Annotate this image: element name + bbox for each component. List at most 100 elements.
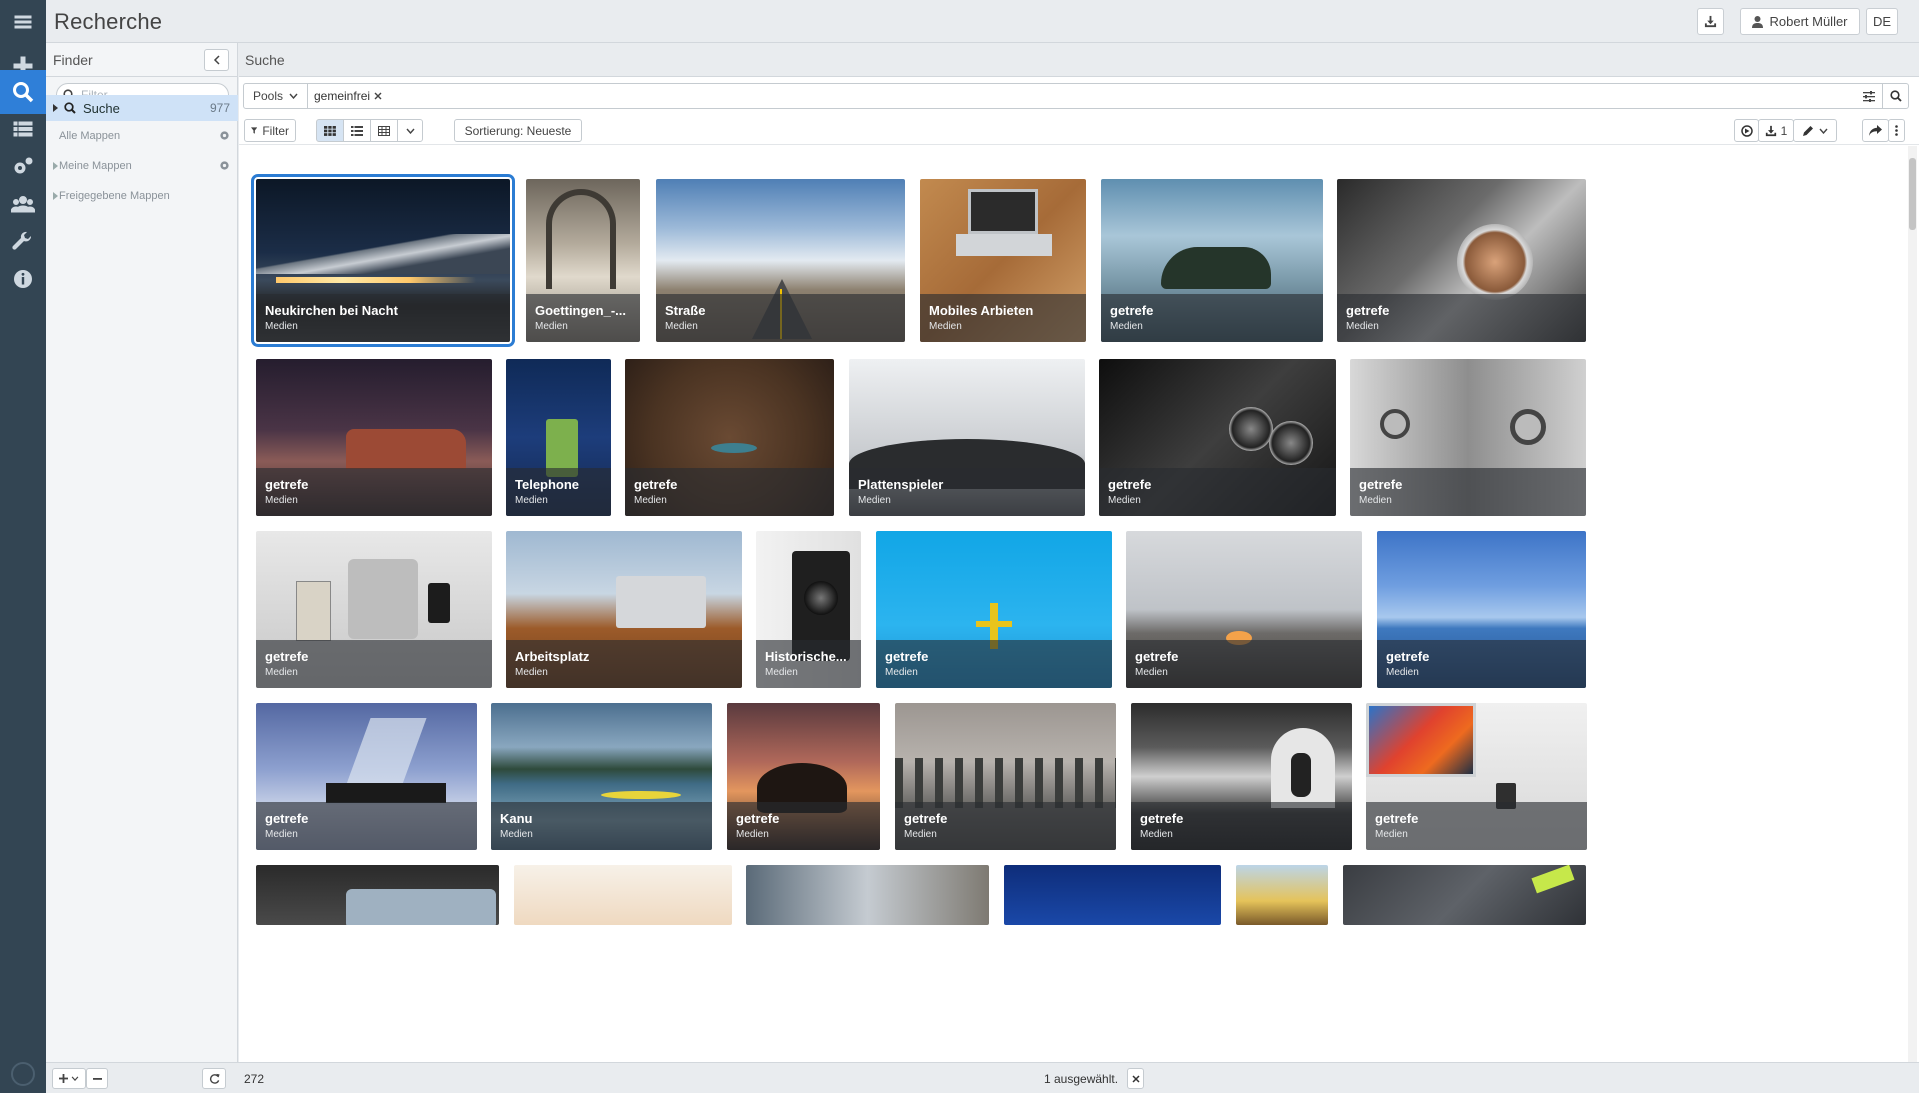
pools-dropdown[interactable]: Pools [244, 84, 308, 108]
media-tile[interactable] [256, 865, 499, 925]
media-tile[interactable]: getrefe Medien [1337, 179, 1586, 342]
tile-subtitle: Medien [1346, 321, 1379, 332]
finder-item-all-folders[interactable]: Alle Mappen [46, 123, 238, 149]
media-tile[interactable] [1004, 865, 1221, 925]
view-table-button[interactable] [370, 119, 398, 142]
tile-caption: Arbeitsplatz Medien [506, 640, 742, 688]
search-submit-button[interactable] [1882, 84, 1908, 108]
tile-title: getrefe [265, 649, 309, 664]
media-tile[interactable]: Arbeitsplatz Medien [506, 531, 742, 688]
grid-scrollbar[interactable] [1908, 146, 1917, 1062]
media-tile[interactable]: getrefe Medien [1131, 703, 1352, 850]
media-tile[interactable]: getrefe Medien [1377, 531, 1586, 688]
tile-subtitle: Medien [1375, 829, 1408, 840]
tile-title: Mobiles Arbieten [929, 303, 1034, 318]
menu-button[interactable] [0, 0, 46, 44]
finder-item-label: Suche [83, 100, 120, 116]
remove-folder-button[interactable] [86, 1068, 108, 1089]
download-count: 1 [1780, 123, 1788, 138]
search-panel-title: Suche [245, 52, 285, 68]
funnel-icon [251, 127, 258, 134]
collapse-finder-button[interactable] [204, 49, 229, 71]
media-tile[interactable]: getrefe Medien [625, 359, 834, 516]
media-tile[interactable]: Goettingen_-... Medien [526, 179, 640, 342]
user-menu-button[interactable]: Robert Müller [1740, 8, 1860, 35]
tile-caption: getrefe Medien [1350, 468, 1586, 516]
gears-icon [14, 157, 33, 174]
tile-title: Neukirchen bei Nacht [265, 303, 398, 318]
info-icon [14, 270, 32, 288]
downloads-button[interactable] [1697, 8, 1724, 35]
media-tile[interactable]: getrefe Medien [1126, 531, 1362, 688]
tile-subtitle: Medien [265, 321, 298, 332]
media-tile[interactable]: getrefe Medien [256, 359, 492, 516]
media-tile[interactable]: Kanu Medien [491, 703, 712, 850]
media-tile[interactable]: Telephone Medien [506, 359, 611, 516]
media-tile[interactable] [514, 865, 732, 925]
sort-button[interactable]: Sortierung: Neueste [454, 119, 582, 142]
media-tile[interactable]: getrefe Medien [256, 703, 477, 850]
search-options-button[interactable] [1856, 84, 1882, 108]
tile-title: Kanu [500, 811, 533, 826]
media-tile[interactable]: getrefe Medien [1101, 179, 1323, 342]
download-selection-button[interactable]: 1 [1758, 119, 1794, 142]
tile-caption: Historische... Medien [756, 640, 861, 688]
media-tile[interactable]: getrefe Medien [256, 531, 492, 688]
media-tile[interactable]: getrefe Medien [1366, 703, 1587, 850]
media-tile[interactable]: getrefe Medien [1350, 359, 1586, 516]
finder-item-search[interactable]: Suche 977 [46, 95, 238, 121]
language-button[interactable]: DE [1866, 8, 1898, 35]
edit-dropdown-button[interactable] [1793, 119, 1837, 142]
gear-icon[interactable] [219, 160, 230, 171]
scrollbar-thumb[interactable] [1909, 158, 1916, 230]
refresh-button[interactable] [202, 1068, 226, 1089]
search-panel: Suche Pools gemeinfrei Filter Sortierung… [239, 43, 1919, 1062]
media-tile[interactable]: Mobiles Arbieten Medien [920, 179, 1086, 342]
media-tile[interactable]: getrefe Medien [1099, 359, 1336, 516]
hamburger-icon [14, 15, 32, 29]
info-nav-button[interactable] [0, 257, 46, 301]
share-button[interactable] [1862, 119, 1889, 142]
media-tile[interactable] [1236, 865, 1328, 925]
clear-selection-x-button[interactable] [1127, 1068, 1144, 1089]
media-tile[interactable] [746, 865, 989, 925]
search-icon [13, 82, 34, 103]
clear-selection-button[interactable] [1734, 119, 1759, 142]
tile-subtitle: Medien [634, 495, 667, 506]
list-view-icon [351, 125, 363, 136]
media-tile[interactable]: Straße Medien [656, 179, 905, 342]
media-tile[interactable]: getrefe Medien [727, 703, 880, 850]
tile-caption: Neukirchen bei Nacht Medien [256, 294, 510, 342]
finder-item-label: Alle Mappen [59, 130, 121, 142]
plus-icon [59, 1074, 68, 1083]
tile-title: getrefe [736, 811, 780, 826]
tile-title: getrefe [265, 811, 309, 826]
tile-title: getrefe [1359, 477, 1403, 492]
media-tile[interactable]: getrefe Medien [895, 703, 1116, 850]
media-tile[interactable]: getrefe Medien [876, 531, 1112, 688]
minus-icon [92, 1077, 102, 1080]
tile-subtitle: Medien [1110, 321, 1143, 332]
filter-button[interactable]: Filter [244, 119, 296, 142]
status-bar: 272 1 ausgewählt. [46, 1062, 1919, 1093]
remove-tag-icon[interactable] [374, 92, 382, 100]
media-tile[interactable]: Neukirchen bei Nacht Medien [251, 174, 515, 347]
add-folder-button[interactable] [52, 1068, 86, 1089]
download-icon [1765, 125, 1776, 136]
view-grid-button[interactable] [316, 119, 344, 142]
tile-subtitle: Medien [265, 829, 298, 840]
finder-item-label: Freigegebene Mappen [59, 190, 170, 202]
view-options-button[interactable] [397, 119, 423, 142]
view-list-button[interactable] [343, 119, 371, 142]
media-tile[interactable]: Plattenspieler Medien [849, 359, 1085, 516]
search-bar[interactable]: Pools gemeinfrei [243, 83, 1909, 109]
tile-caption: getrefe Medien [256, 468, 492, 516]
gear-icon[interactable] [219, 130, 230, 141]
pools-label: Pools [252, 89, 284, 103]
tile-title: getrefe [1386, 649, 1430, 664]
finder-item-my-folders[interactable]: Meine Mappen [46, 153, 238, 179]
media-tile[interactable] [1343, 865, 1586, 925]
more-actions-button[interactable] [1888, 119, 1905, 142]
finder-item-shared-folders[interactable]: Freigegebene Mappen [46, 183, 238, 209]
media-tile[interactable]: Historische... Medien [756, 531, 861, 688]
